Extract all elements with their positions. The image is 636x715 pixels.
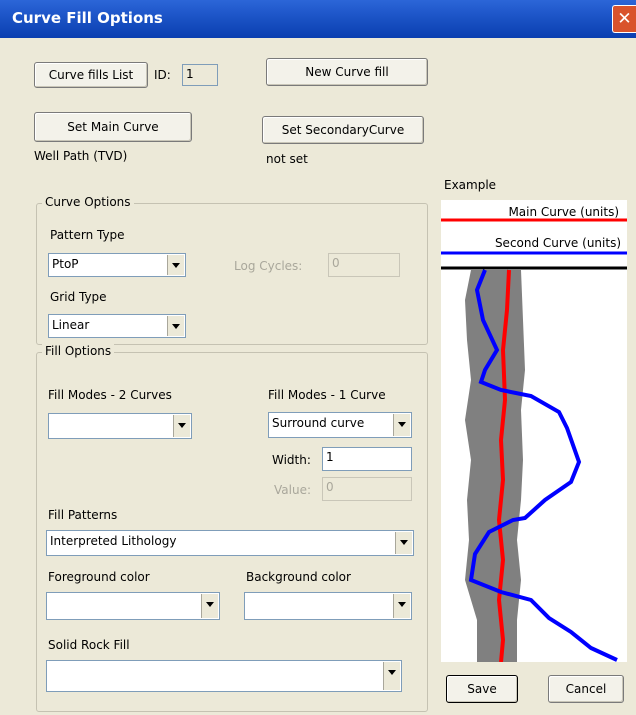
chevron-down-icon[interactable] xyxy=(383,662,400,690)
curve-fill-options-dialog: Curve Fill Options ✕ Curve fills List ID… xyxy=(0,0,636,715)
background-color-select[interactable] xyxy=(244,592,412,620)
width-field[interactable]: 1 xyxy=(322,447,412,471)
fill-options-legend: Fill Options xyxy=(42,344,115,358)
fill-patterns-select[interactable]: Interpreted Lithology xyxy=(46,530,414,556)
secondary-curve-status: not set xyxy=(266,152,308,166)
value-label: Value: xyxy=(274,483,311,497)
foreground-color-label: Foreground color xyxy=(48,570,150,584)
pattern-type-label: Pattern Type xyxy=(50,228,125,242)
close-button[interactable]: ✕ xyxy=(612,5,636,33)
grid-type-value: Linear xyxy=(52,318,90,332)
pattern-type-value: PtoP xyxy=(52,257,79,271)
fill-modes-2-select[interactable] xyxy=(48,413,192,439)
id-label: ID: xyxy=(154,68,171,82)
chevron-down-icon[interactable] xyxy=(167,255,184,275)
fill-modes-1-label: Fill Modes - 1 Curve xyxy=(268,388,386,402)
chevron-down-icon[interactable] xyxy=(393,594,410,618)
new-curve-fill-button[interactable]: New Curve fill xyxy=(266,58,428,86)
solid-rock-fill-label: Solid Rock Fill xyxy=(48,638,130,652)
set-secondary-curve-button[interactable]: Set SecondaryCurve xyxy=(262,116,424,144)
cancel-button[interactable]: Cancel xyxy=(548,675,624,703)
second-curve-legend-label: Second Curve (units) xyxy=(495,236,621,250)
set-main-curve-button[interactable]: Set Main Curve xyxy=(34,112,192,142)
fill-modes-1-value: Surround curve xyxy=(272,416,365,430)
pattern-type-select[interactable]: PtoP xyxy=(48,253,186,277)
fill-patterns-value: Interpreted Lithology xyxy=(50,534,177,548)
id-field: 1 xyxy=(182,64,218,86)
example-preview: Main Curve (units) Second Curve (units) xyxy=(441,200,627,662)
main-curve-legend-label: Main Curve (units) xyxy=(508,205,619,219)
grid-type-select[interactable]: Linear xyxy=(48,314,186,338)
chevron-down-icon[interactable] xyxy=(201,594,218,618)
grid-type-label: Grid Type xyxy=(50,290,107,304)
log-cycles-field: 0 xyxy=(328,253,400,277)
save-button[interactable]: Save xyxy=(446,675,518,703)
solid-rock-fill-select[interactable] xyxy=(46,660,402,692)
curve-fills-list-button[interactable]: Curve fills List xyxy=(34,62,148,88)
surround-fill xyxy=(465,270,525,662)
width-label: Width: xyxy=(272,453,311,467)
main-curve-status: Well Path (TVD) xyxy=(34,149,128,163)
chevron-down-icon[interactable] xyxy=(167,316,184,336)
fill-modes-1-select[interactable]: Surround curve xyxy=(268,412,412,438)
value-field: 0 xyxy=(322,477,412,501)
background-color-label: Background color xyxy=(246,570,351,584)
fill-modes-2-label: Fill Modes - 2 Curves xyxy=(48,388,172,402)
example-label: Example xyxy=(444,178,497,192)
window-title: Curve Fill Options xyxy=(12,9,163,27)
chevron-down-icon[interactable] xyxy=(393,414,410,436)
curve-options-legend: Curve Options xyxy=(42,195,134,209)
title-bar[interactable]: Curve Fill Options ✕ xyxy=(0,0,636,38)
chevron-down-icon[interactable] xyxy=(173,415,190,437)
log-cycles-label: Log Cycles: xyxy=(234,259,303,273)
chevron-down-icon[interactable] xyxy=(395,532,412,554)
fill-patterns-label: Fill Patterns xyxy=(48,508,118,522)
foreground-color-select[interactable] xyxy=(46,592,220,620)
